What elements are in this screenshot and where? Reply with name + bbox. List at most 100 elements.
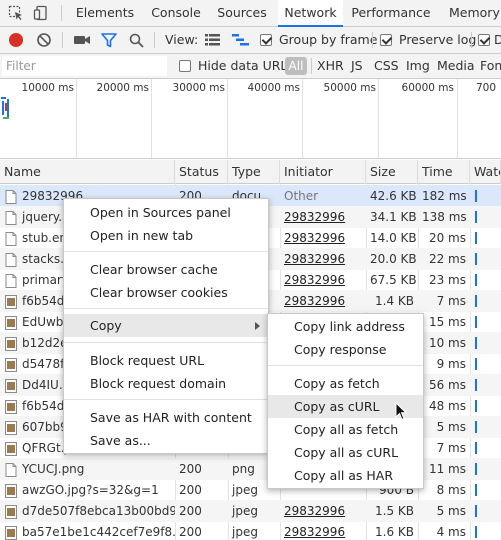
tab-console[interactable]: Console xyxy=(145,0,207,26)
table-row[interactable]: d7de507f8ebca13b00bd9... 200 jpeg 29832996 1… xyxy=(0,500,501,522)
column-header-name[interactable]: Name xyxy=(0,160,175,184)
filter-type-media[interactable]: Media xyxy=(437,54,475,78)
overview-gridline xyxy=(302,79,303,158)
cell-waterfall xyxy=(470,458,501,480)
column-header-type[interactable]: Type xyxy=(228,160,280,184)
table-row[interactable]: YCUCJ.png 200 png 11 ms xyxy=(0,458,501,480)
waterfall-bar xyxy=(475,316,477,328)
overview-tick-label: 700 xyxy=(476,82,497,94)
cell-initiator[interactable]: 29832996 xyxy=(280,248,366,270)
waterfall-bar xyxy=(475,442,477,454)
menu-copy-all-as-curl[interactable]: Copy all as cURL xyxy=(268,441,423,464)
column-header-size[interactable]: Size xyxy=(366,160,418,184)
cell-initiator[interactable]: 29832996 xyxy=(280,521,366,540)
cell-time: 7 ms xyxy=(436,294,466,308)
view-label: View: xyxy=(165,32,199,47)
filter-all-button[interactable]: All xyxy=(285,57,307,75)
filter-type-img[interactable]: Img xyxy=(406,54,430,78)
filter-type-font[interactable]: Fon xyxy=(480,54,501,78)
menu-save-as[interactable]: Save as... xyxy=(64,429,268,452)
waterfall-bar xyxy=(475,379,477,391)
cell-type: jpeg xyxy=(232,504,258,518)
filter-type-js[interactable]: JS xyxy=(351,54,363,78)
network-toolbar: View: Group by frame Preserve log D xyxy=(0,27,501,54)
cell-initiator[interactable]: 29832996 xyxy=(280,269,366,291)
cell-time: 56 ms xyxy=(428,378,466,392)
column-header-time[interactable]: Time xyxy=(418,160,470,184)
cell-size: 34.1 KB xyxy=(370,210,417,224)
cell-waterfall xyxy=(470,227,501,249)
devtools-tab-bar: Elements Console Sources Network Perform… xyxy=(0,0,501,27)
menu-block-request-url[interactable]: Block request URL xyxy=(64,349,268,372)
hide-data-urls-label: Hide data URLs xyxy=(198,58,294,73)
tab-performance[interactable]: Performance xyxy=(348,0,434,26)
filter-icon[interactable] xyxy=(101,33,117,51)
waterfall-bar xyxy=(475,337,477,349)
preserve-log-label: Preserve log xyxy=(399,32,477,47)
cell-time: 182 ms xyxy=(422,189,467,203)
waterfall-bar xyxy=(475,463,477,475)
preserve-log-checkbox[interactable] xyxy=(380,34,392,46)
cell-initiator[interactable]: 29832996 xyxy=(280,500,366,522)
menu-open-in-new-tab[interactable]: Open in new tab xyxy=(64,224,268,247)
cell-initiator[interactable]: 29832996 xyxy=(280,227,366,249)
screenshot-capture-icon[interactable] xyxy=(73,33,91,50)
menu-clear-browser-cookies[interactable]: Clear browser cookies xyxy=(64,281,268,304)
menu-clear-browser-cache[interactable]: Clear browser cache xyxy=(64,258,268,281)
hide-data-urls-checkbox[interactable] xyxy=(179,60,191,72)
cell-size: 20.0 KB xyxy=(370,252,417,266)
overview-gridline xyxy=(378,79,379,158)
overview-tick-label: 20000 ms xyxy=(96,82,149,94)
column-header-status[interactable]: Status xyxy=(175,160,228,184)
cell-time: 9 ms xyxy=(436,357,466,371)
waterfall-bar xyxy=(475,526,477,538)
cell-initiator[interactable]: 29832996 xyxy=(280,206,366,228)
menu-copy-link-address[interactable]: Copy link address xyxy=(268,315,423,338)
table-row[interactable]: ba57e1be1c442cef7e9f8... 200 jpeg 29832996 1… xyxy=(0,521,501,540)
cell-size: 42.6 KB xyxy=(370,189,417,203)
menu-separator xyxy=(268,365,423,366)
menu-copy-all-as-har[interactable]: Copy all as HAR xyxy=(268,464,423,487)
waterfall-overview-icon[interactable] xyxy=(232,34,249,49)
menu-open-in-sources-panel[interactable]: Open in Sources panel xyxy=(64,201,268,224)
filter-type-xhr[interactable]: XHR xyxy=(317,54,344,78)
menu-separator xyxy=(64,342,268,343)
timeline-overview[interactable]: 10000 ms 20000 ms 30000 ms 40000 ms 5000… xyxy=(0,79,501,159)
cell-time: 48 ms xyxy=(428,399,466,413)
waterfall-bar xyxy=(475,421,477,433)
cell-time: 5 ms xyxy=(436,504,466,518)
disable-cache-checkbox[interactable] xyxy=(478,34,490,46)
cell-name: awzGO.jpg?s=32&g=1 xyxy=(22,483,159,497)
tab-network[interactable]: Network xyxy=(278,0,343,27)
large-rows-icon[interactable] xyxy=(205,34,220,49)
record-icon[interactable] xyxy=(9,33,23,47)
menu-copy-label: Copy xyxy=(90,318,122,333)
tab-memory[interactable]: Memory xyxy=(440,0,501,26)
cell-size: 1.5 KB xyxy=(375,504,414,518)
cell-waterfall xyxy=(470,395,501,417)
menu-copy-as-fetch[interactable]: Copy as fetch xyxy=(268,372,423,395)
tab-sources[interactable]: Sources xyxy=(211,0,273,26)
waterfall-bar xyxy=(475,253,477,265)
column-header-initiator[interactable]: Initiator xyxy=(280,160,366,184)
inspect-element-icon[interactable] xyxy=(8,5,24,21)
filter-type-css[interactable]: CSS xyxy=(374,54,399,78)
device-toolbar-icon[interactable] xyxy=(33,5,49,21)
menu-block-request-domain[interactable]: Block request domain xyxy=(64,372,268,395)
search-icon[interactable] xyxy=(129,33,144,51)
group-by-frame-checkbox[interactable] xyxy=(260,34,272,46)
menu-copy[interactable]: Copy xyxy=(64,314,268,337)
waterfall-bar xyxy=(475,232,477,244)
cell-size: 14.0 KB xyxy=(370,231,417,245)
cell-initiator[interactable]: 29832996 xyxy=(280,290,366,312)
filter-input[interactable] xyxy=(2,56,167,76)
clear-icon[interactable] xyxy=(36,32,52,51)
cell-waterfall xyxy=(470,248,501,270)
tab-elements[interactable]: Elements xyxy=(70,0,140,26)
waterfall-bar xyxy=(475,505,477,517)
menu-save-as-har-with-content[interactable]: Save as HAR with content xyxy=(64,406,268,429)
menu-copy-response[interactable]: Copy response xyxy=(268,338,423,361)
table-row[interactable]: awzGO.jpg?s=32&g=1 200 jpeg 900 B8 ms xyxy=(0,479,501,501)
column-header-waterfall[interactable]: Waterfall xyxy=(470,160,501,184)
overview-tick-label: 30000 ms xyxy=(172,82,225,94)
